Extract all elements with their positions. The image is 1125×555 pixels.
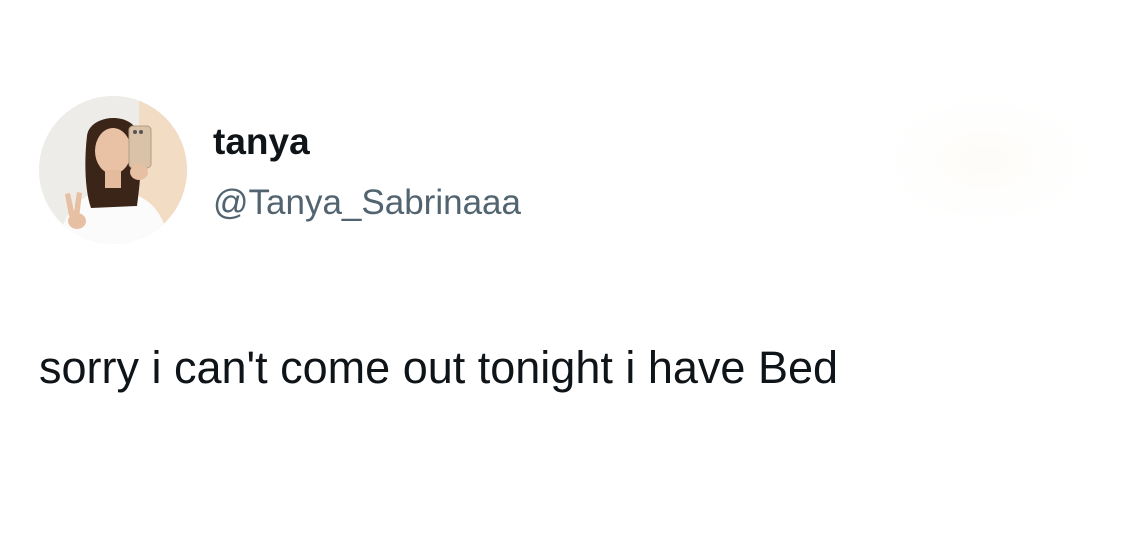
tweet-text: sorry i can't come out tonight i have Be… bbox=[39, 342, 839, 393]
background-glare bbox=[880, 95, 1090, 225]
tweet-card: tanya @Tanya_Sabrinaaa sorry i can't com… bbox=[0, 0, 1125, 555]
display-name[interactable]: tanya bbox=[213, 120, 310, 164]
profile-photo-avatar-icon bbox=[39, 96, 187, 244]
user-handle[interactable]: @Tanya_Sabrinaaa bbox=[213, 182, 521, 224]
avatar[interactable] bbox=[39, 96, 187, 244]
